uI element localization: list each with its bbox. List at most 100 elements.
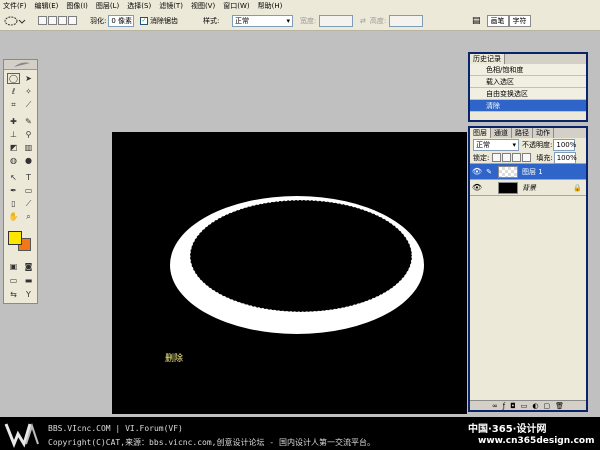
standard-mode-icon[interactable]: ▣ [7, 261, 20, 272]
tool-preset-picker[interactable] [4, 14, 26, 27]
menu-select[interactable]: 选择(S) [127, 1, 151, 11]
tab-layers[interactable]: 图层 [470, 128, 491, 138]
layers-footer: ∞ ƒ ◘ ▭ ◐ ▢ 🗑 [470, 400, 586, 410]
heal-icon[interactable]: ✚ [7, 116, 20, 127]
footer-banner: BBS.VIcnc.COM | VI.Forum(VF) Copyright(C… [0, 417, 600, 450]
blend-row: 正常 ▾ 不透明度: 100% [470, 138, 586, 152]
blur-icon[interactable]: ◍ [7, 155, 20, 166]
eye-icon[interactable]: 👁 [470, 183, 484, 192]
hand-icon[interactable]: ✋ [7, 211, 20, 222]
link-icon[interactable]: ∞ [492, 402, 498, 410]
wand-icon[interactable]: ✧ [22, 86, 35, 97]
layer-name[interactable]: 背景 [522, 183, 573, 193]
document-canvas[interactable]: 删除 [112, 132, 467, 414]
set-icon[interactable]: ▭ [521, 402, 528, 410]
tab-paths[interactable]: 路径 [512, 128, 533, 138]
brush-icon[interactable]: ✎ [22, 116, 35, 127]
blend-mode-select[interactable]: 正常 ▾ [473, 139, 519, 151]
crop-icon[interactable]: ⌗ [7, 99, 20, 110]
foreground-color-swatch[interactable] [8, 231, 22, 245]
move-icon[interactable]: ➤ [22, 73, 35, 84]
jump-icon[interactable]: Y [22, 289, 35, 300]
path-select-icon[interactable]: ↖ [7, 172, 20, 183]
dodge-icon[interactable]: ● [22, 155, 35, 166]
options-bar: 羽化: 0 像素 ✓ 消除锯齿 样式: 正常 ▾ 宽度: ⇄ 高度: ▤ 画笔 … [0, 11, 600, 31]
layer-row-layer1[interactable]: 👁 ✎ 图层 1 [470, 164, 586, 180]
zoom-icon[interactable]: ⌕ [22, 211, 35, 222]
style-select[interactable]: 正常 ▾ [232, 14, 293, 27]
adjust-icon[interactable]: ◐ [532, 402, 538, 410]
tab-actions[interactable]: 动作 [533, 128, 554, 138]
gradient-icon[interactable]: ▥ [22, 142, 35, 153]
pen-icon[interactable]: ✒ [7, 185, 20, 196]
lock-label: 锁定: [473, 153, 490, 162]
mask-icon[interactable]: ◘ [510, 402, 516, 410]
stamp-icon[interactable]: ⊥ [7, 129, 20, 140]
lock-transparency-button[interactable] [492, 153, 502, 162]
add-selection-button[interactable] [48, 16, 57, 25]
marquee-icon[interactable]: ◯ [7, 73, 20, 84]
tab-channels[interactable]: 通道 [491, 128, 512, 138]
watermark-url: www.cn365design.com [478, 436, 595, 446]
feather-input[interactable]: 0 像素 [108, 14, 135, 27]
intersect-selection-button[interactable] [68, 16, 77, 25]
history-item[interactable]: 自由变换选区 [470, 88, 586, 100]
lock-position-button[interactable] [512, 153, 522, 162]
new-layer-icon[interactable]: ▢ [544, 402, 551, 410]
layer-row-background[interactable]: 👁 背景 🔒 [470, 180, 586, 196]
swap-icon[interactable]: ⇄ [360, 17, 366, 25]
ring-shape [170, 196, 424, 334]
toolbox: ◯ ➤ ℓ ✧ ⌗ ⟋ ✚ ✎ ⊥ ⚲ ◩ ▥ ◍ ● ↖ T ✒ ▭ ▯ ⟋ … [3, 59, 38, 304]
tab-character[interactable]: 字符 [508, 14, 531, 27]
watermark-title: 中国·365·设计网 [468, 424, 547, 435]
fullscreen-mode-icon[interactable]: ▬ [22, 275, 35, 286]
slice-icon[interactable]: ⟋ [22, 99, 35, 110]
history-item-active[interactable]: 清除 [470, 100, 586, 112]
menu-image[interactable]: 图像(I) [66, 1, 88, 11]
type-icon[interactable]: T [22, 172, 35, 183]
lock-all-button[interactable] [522, 153, 532, 162]
menu-bar: 文件(F) 编辑(E) 图像(I) 图层(L) 选择(S) 滤镜(T) 视图(V… [0, 0, 600, 11]
layer-name[interactable]: 图层 1 [522, 167, 543, 177]
quickmask-mode-icon[interactable]: ◙ [22, 261, 35, 272]
copyright-text: Copyright(C)CAT,来源：bbs.vicnc.com,创意设计论坛 … [48, 438, 375, 447]
trash-icon[interactable]: 🗑 [555, 402, 564, 410]
lasso-icon[interactable]: ℓ [7, 86, 20, 97]
tab-brush[interactable]: 画笔 [486, 14, 509, 27]
menu-edit[interactable]: 编辑(E) [35, 1, 59, 11]
new-selection-button[interactable] [38, 16, 47, 25]
menu-window[interactable]: 窗口(W) [223, 1, 249, 11]
history-tabs: 历史记录 [470, 54, 586, 64]
eyedropper-icon[interactable]: ⟋ [22, 198, 35, 209]
menu-help[interactable]: 帮助(H) [258, 1, 283, 11]
screen-mode-icon[interactable]: ▭ [7, 275, 20, 286]
eraser-icon[interactable]: ◩ [7, 142, 20, 153]
menu-view[interactable]: 视图(V) [191, 1, 215, 11]
eye-icon[interactable]: 👁 [470, 167, 484, 176]
history-item[interactable]: 载入选区 [470, 76, 586, 88]
history-item[interactable]: 色相/饱和度 [470, 64, 586, 76]
menu-layer[interactable]: 图层(L) [96, 1, 119, 11]
lock-image-button[interactable] [502, 153, 512, 162]
antialias-checkbox[interactable]: ✓ [140, 16, 148, 25]
imageready-icon[interactable]: ⇆ [7, 289, 20, 300]
lock-row: 锁定: 填充: 100% [470, 151, 586, 164]
menu-filter[interactable]: 滤镜(T) [159, 1, 183, 11]
fill-input[interactable]: 100% [553, 151, 577, 164]
notes-icon[interactable]: ▯ [7, 198, 20, 209]
width-input[interactable] [319, 14, 354, 27]
history-brush-icon[interactable]: ⚲ [22, 129, 35, 140]
layers-panel: 图层 通道 路径 动作 正常 ▾ 不透明度: 100% 锁定: 填充: 100% … [468, 126, 588, 412]
height-input[interactable] [389, 14, 424, 27]
subtract-selection-button[interactable] [58, 16, 67, 25]
opacity-input[interactable]: 100% [553, 139, 576, 151]
selection-mode-group [38, 14, 78, 27]
style-value: 正常 [235, 16, 249, 25]
antialias-label: 消除锯齿 [150, 16, 178, 25]
style-icon[interactable]: ƒ [503, 402, 505, 410]
tab-history[interactable]: 历史记录 [470, 54, 505, 64]
shape-icon[interactable]: ▭ [22, 185, 35, 196]
print-icon[interactable]: ▤ [472, 16, 481, 26]
chevron-down-icon: ▾ [512, 141, 516, 149]
menu-file[interactable]: 文件(F) [3, 1, 27, 11]
